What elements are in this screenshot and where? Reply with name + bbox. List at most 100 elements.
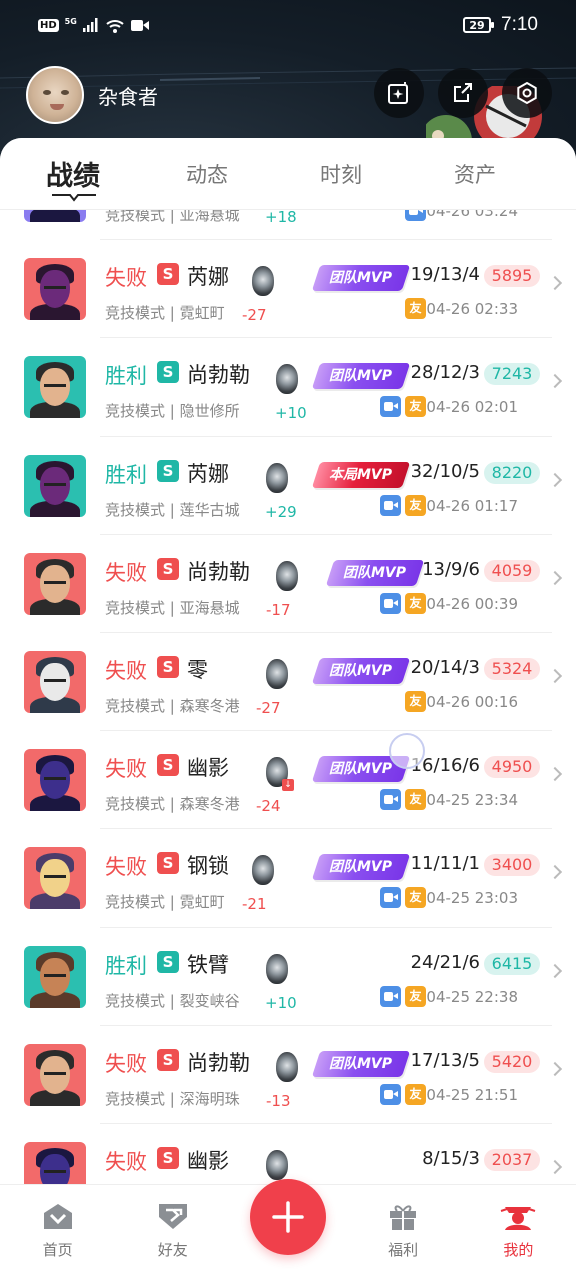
chevron-right-icon[interactable] xyxy=(547,865,563,880)
video-replay-icon[interactable] xyxy=(380,985,401,1007)
chevron-right-icon[interactable] xyxy=(547,276,563,291)
add-button[interactable] xyxy=(249,1179,326,1255)
status-bar: HD 5G 29 7:10 xyxy=(0,0,576,50)
friend-tag: 友 xyxy=(405,789,426,811)
mode-map: 竞技模式 | 森寒冬港 xyxy=(105,795,240,814)
kda: 32/10/5 xyxy=(410,460,480,482)
match-score: 4950 xyxy=(484,756,540,779)
rr-change: +10 xyxy=(275,404,307,423)
kda: 8/15/3 xyxy=(422,1147,480,1169)
mvp-label: 团队MVP xyxy=(329,662,393,679)
mvp-label: 团队MVP xyxy=(329,270,393,287)
agent-portrait xyxy=(24,210,86,222)
match-row[interactable]: 失败 S + 尚勃勒 竞技模式 | 亚海悬城 -17 团队MVP 13/9/6 4059 友 04-… xyxy=(0,535,576,633)
match-score: 5895 xyxy=(484,265,540,288)
agent-portrait xyxy=(24,1141,86,1184)
match-row[interactable]: 失败 S + 尚勃勒 竞技模式 | 深海明珠 -13 团队MVP 17/13/5 5420 友 04… xyxy=(0,1026,576,1124)
match-result: 失败 xyxy=(105,658,147,683)
chevron-right-icon[interactable] xyxy=(547,1159,563,1174)
agent-name: 幽影 xyxy=(187,1148,229,1173)
match-row[interactable]: 失败 S + 幽影 8/15/3 2037 xyxy=(0,1124,576,1184)
chevron-right-icon[interactable] xyxy=(547,1061,563,1076)
chevron-right-icon[interactable] xyxy=(547,767,563,782)
chevron-right-icon[interactable] xyxy=(547,472,563,487)
agent-portrait xyxy=(24,1043,86,1106)
tab-moments[interactable]: 时刻 xyxy=(274,159,408,189)
mvp-badge: 团队MVP xyxy=(311,854,411,881)
friend-tag: 友 xyxy=(405,1083,426,1105)
match-time: 04-25 22:38 xyxy=(426,987,518,1006)
video-replay-icon[interactable] xyxy=(380,789,401,811)
profile-header[interactable]: 杂食者 xyxy=(26,66,158,124)
agent-portrait xyxy=(24,650,86,713)
mode-map: 竞技模式 | 隐世修所 xyxy=(105,402,240,421)
rank-badge: S + xyxy=(157,1142,183,1169)
network-label: 5G xyxy=(64,16,77,26)
match-row[interactable]: 胜利S幽影竞技模式 | 亚海悬城+1821/12/11679804-26 03:… xyxy=(0,210,576,241)
records-card: 战绩 动态 时刻 资产 胜利S幽影竞技模式 | 亚海悬城+1821/12/116… xyxy=(0,138,576,1280)
kda: 20/14/3 xyxy=(410,656,480,678)
video-replay-icon[interactable] xyxy=(380,887,401,909)
match-time: 04-25 21:51 xyxy=(426,1085,518,1104)
nav-friends[interactable]: 好友 xyxy=(115,1185,230,1280)
mvp-badge: 团队MVP xyxy=(311,265,411,292)
match-score: 6415 xyxy=(484,952,540,975)
video-replay-icon[interactable] xyxy=(380,1083,401,1105)
signal-icon xyxy=(82,18,98,32)
match-row[interactable]: 胜利 S 铁臂 竞技模式 | 裂变峡谷 +10 24/21/6 6415 友 04-25 22:… xyxy=(0,928,576,1026)
agent-name: 钢锁 xyxy=(187,854,229,879)
video-replay-icon[interactable] xyxy=(405,210,426,221)
chevron-right-icon[interactable] xyxy=(547,668,563,684)
rank-badge: S xyxy=(157,852,179,875)
match-result: 胜利 xyxy=(105,364,147,389)
match-row[interactable]: 失败 S + 芮娜 竞技模式 | 霓虹町 -27 团队MVP 19/13/4 5895 友 04-2… xyxy=(0,240,576,339)
friend-tag: 友 xyxy=(405,887,426,909)
match-list[interactable]: 胜利S幽影竞技模式 | 亚海悬城+1821/12/11679804-26 03:… xyxy=(0,210,576,1184)
mode-map: 竞技模式 | 亚海悬城 xyxy=(105,598,240,617)
tab-activity[interactable]: 动态 xyxy=(140,159,274,189)
nav-home-label: 首页 xyxy=(42,1241,73,1259)
match-row[interactable]: 失败 S 零竞技模式 | 森寒冬港 -27 团队MVP 20/14/3 5324 友 04-26… xyxy=(0,633,576,732)
match-row[interactable]: 失败 S 钢锁 竞技模式 | 霓虹町 -21 团队MVP 11/11/1 3400 友 04-25… xyxy=(0,829,576,928)
tab-record[interactable]: 战绩 xyxy=(6,154,140,193)
chevron-right-icon[interactable] xyxy=(547,570,563,585)
wifi-icon xyxy=(106,19,124,33)
match-score: 5324 xyxy=(484,657,540,680)
match-time: 04-25 23:03 xyxy=(426,889,518,908)
nav-profile[interactable]: 我的 xyxy=(461,1185,576,1280)
match-row[interactable]: 胜利 S + 尚勃勒 竞技模式 | 隐世修所 +10 团队MVP 28/12/3 7243 友 04… xyxy=(0,338,576,437)
mvp-badge: 团队MVP xyxy=(325,559,425,586)
plus-icon xyxy=(272,1201,304,1233)
tab-assets[interactable]: 资产 xyxy=(408,159,542,189)
video-replay-icon[interactable] xyxy=(380,494,401,516)
mode-map: 竞技模式 | 霓虹町 xyxy=(105,893,225,912)
video-recording-icon xyxy=(130,19,149,31)
settings-button[interactable] xyxy=(502,68,552,118)
video-replay-icon[interactable] xyxy=(380,592,401,614)
mvp-badge: 本局MVP xyxy=(311,461,411,488)
rank-letter: S xyxy=(162,265,174,284)
match-row[interactable]: 失败 S 幽影 竞技模式 | 森寒冬港 ↓ -24 团队MVP 16/16/6 4950 友 04-… xyxy=(0,731,576,830)
header-actions xyxy=(374,68,552,118)
friend-tag: 友 xyxy=(405,690,426,712)
rr-change: -24 xyxy=(256,797,281,816)
nav-home[interactable]: 首页 xyxy=(0,1185,115,1280)
loading-spinner xyxy=(389,733,425,769)
match-row[interactable]: 胜利 S + 芮娜 竞技模式 | 莲华古城 +29 本局MVP 32/10/5 8220 友 04-… xyxy=(0,437,576,535)
share-button[interactable] xyxy=(438,68,488,118)
friend-tag: 友 xyxy=(405,592,426,614)
rr-change: +10 xyxy=(265,993,297,1012)
avatar[interactable] xyxy=(26,66,84,124)
active-tab-indicator xyxy=(52,194,96,202)
agent-portrait xyxy=(24,945,86,1008)
agent-portrait xyxy=(24,749,86,812)
nav-welfare[interactable]: 福利 xyxy=(346,1185,461,1280)
friend-tag: 友 xyxy=(405,298,426,320)
chevron-right-icon[interactable] xyxy=(547,963,563,978)
video-replay-icon[interactable] xyxy=(380,396,401,418)
edit-button[interactable] xyxy=(374,68,424,118)
rank-badge: S xyxy=(157,950,179,973)
chevron-right-icon[interactable] xyxy=(547,374,563,389)
agent-name: 芮娜 xyxy=(187,461,229,486)
match-score: 8220 xyxy=(484,461,540,484)
